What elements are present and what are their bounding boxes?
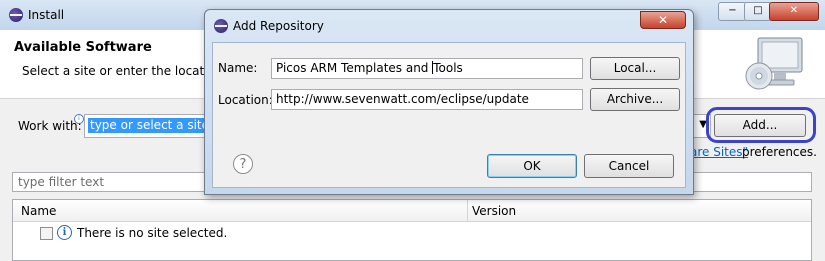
add-site-button[interactable]: Add... bbox=[714, 114, 806, 137]
local-button[interactable]: Local... bbox=[590, 57, 680, 80]
maximize-button[interactable]: □ bbox=[744, 2, 772, 21]
archive-button[interactable]: Archive... bbox=[590, 88, 680, 111]
repository-location-field[interactable]: http://www.sevenwatt.com/eclipse/update bbox=[271, 89, 583, 110]
preferences-text: preferences. bbox=[742, 145, 817, 159]
name-text-after-caret: Tools bbox=[433, 61, 463, 75]
page-title: Available Software bbox=[14, 40, 152, 55]
info-decoration-icon: i bbox=[74, 114, 84, 124]
install-monitor-icon bbox=[745, 37, 803, 90]
info-icon: i bbox=[57, 225, 72, 240]
help-icon[interactable]: ? bbox=[233, 154, 253, 174]
dialog-body: Name: Picos ARM Templates and Tools Loca… bbox=[212, 42, 686, 188]
repository-name-field[interactable]: Picos ARM Templates and Tools bbox=[271, 58, 583, 79]
empty-row-message: There is no site selected. bbox=[77, 226, 228, 240]
dialog-close-button[interactable]: ✕ bbox=[640, 11, 686, 29]
column-header-version[interactable]: Version bbox=[472, 204, 516, 218]
column-header-name[interactable]: Name bbox=[21, 204, 56, 218]
row-checkbox[interactable] bbox=[40, 227, 53, 240]
eclipse-icon bbox=[214, 19, 228, 33]
ok-button[interactable]: OK bbox=[487, 154, 577, 178]
name-text-before-caret: Picos ARM Templates and bbox=[276, 61, 433, 75]
install-close-button[interactable]: ✕ bbox=[769, 2, 819, 21]
available-sites-link[interactable]: are Sites" bbox=[690, 145, 748, 159]
software-tree-table[interactable]: Name Version i There is no site selected… bbox=[12, 199, 812, 261]
add-repository-dialog: Add Repository ✕ Name: Picos ARM Templat… bbox=[204, 9, 694, 195]
eclipse-icon bbox=[9, 8, 23, 22]
column-separator bbox=[467, 200, 468, 221]
minimize-button[interactable]: − bbox=[718, 2, 747, 21]
work-with-selected-text: type or select a site bbox=[88, 118, 212, 133]
cancel-button[interactable]: Cancel bbox=[584, 154, 674, 178]
dialog-title: Add Repository bbox=[233, 19, 324, 33]
table-header: Name Version bbox=[13, 200, 811, 222]
install-window-title: Install bbox=[28, 8, 65, 22]
location-label: Location: bbox=[218, 93, 273, 107]
name-label: Name: bbox=[218, 61, 258, 75]
work-with-label: Work with: bbox=[18, 119, 82, 133]
